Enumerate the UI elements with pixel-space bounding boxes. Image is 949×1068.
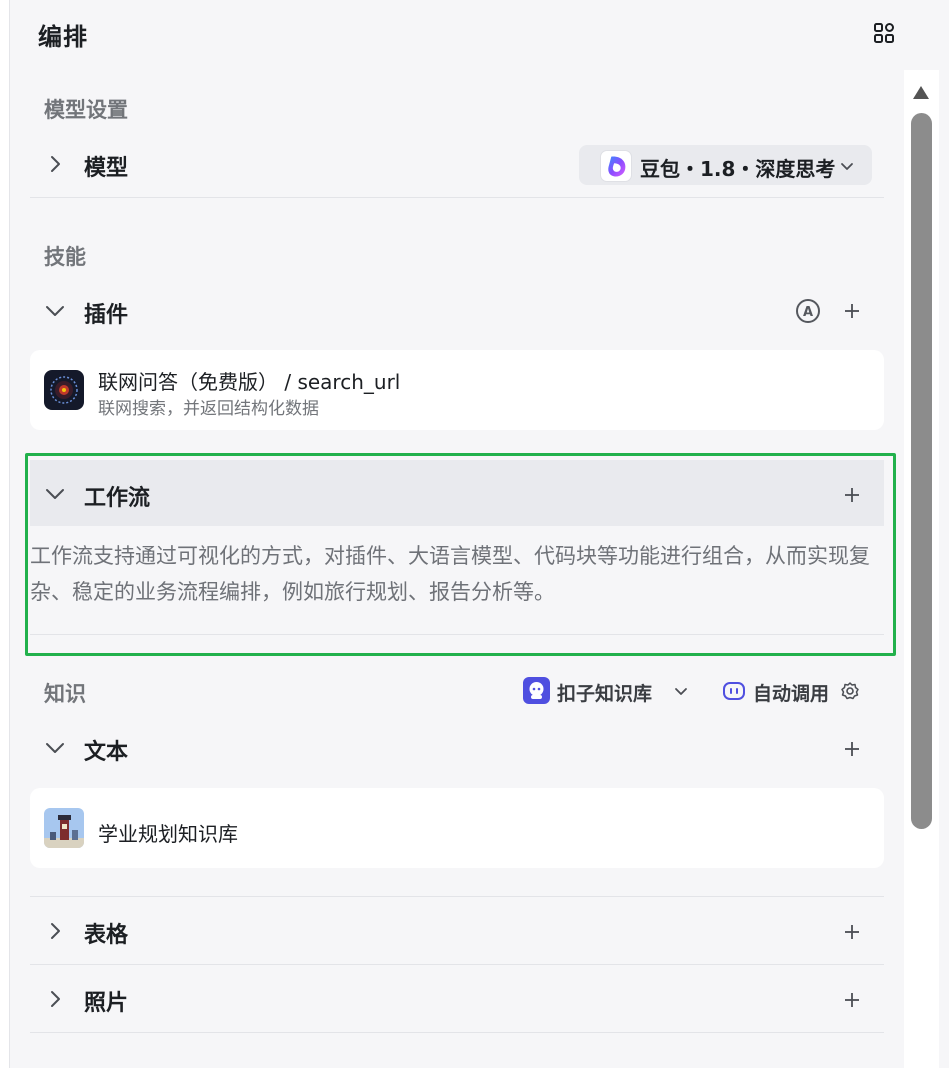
- knowledge-item-icon: [44, 808, 84, 848]
- plus-icon[interactable]: [842, 739, 862, 759]
- section-label-model-settings: 模型设置: [44, 98, 128, 122]
- robot-icon: [723, 682, 745, 700]
- auto-call-toggle[interactable]: 自动调用: [753, 679, 829, 706]
- model-row-title[interactable]: 模型: [84, 150, 128, 182]
- chevron-right-icon[interactable]: [44, 988, 66, 1010]
- plus-icon[interactable]: [842, 922, 862, 942]
- scroll-up-icon[interactable]: [913, 86, 929, 99]
- svg-text:A: A: [803, 305, 813, 320]
- model-name: 豆包・1.8・深度思考: [640, 157, 836, 181]
- kb-logo-icon: [523, 677, 550, 704]
- left-border: [0, 0, 10, 1068]
- divider: [30, 1032, 884, 1033]
- plus-icon[interactable]: [842, 301, 862, 321]
- page-title: 编排: [38, 23, 88, 51]
- chevron-right-icon[interactable]: [44, 920, 66, 942]
- plugins-title[interactable]: 插件: [84, 297, 128, 329]
- table-knowledge-title[interactable]: 表格: [84, 917, 128, 949]
- plugin-icon: [44, 370, 84, 410]
- divider: [30, 964, 884, 965]
- divider: [30, 896, 884, 897]
- plugin-name: 联网问答（免费版） / search_url: [98, 370, 401, 394]
- chevron-down-icon[interactable]: [44, 737, 66, 759]
- plugin-desc: 联网搜索，并返回结构化数据: [98, 399, 319, 419]
- gear-icon[interactable]: [840, 681, 860, 701]
- chevron-right-icon[interactable]: [44, 153, 66, 175]
- section-label-skills: 技能: [44, 245, 86, 269]
- chevron-down-icon[interactable]: [672, 682, 690, 700]
- section-label-knowledge: 知识: [44, 682, 86, 706]
- auto-mode-icon[interactable]: A: [795, 298, 821, 324]
- kb-selector[interactable]: 扣子知识库: [557, 679, 652, 706]
- scrollbar-thumb[interactable]: [911, 113, 932, 829]
- chevron-down-icon[interactable]: [838, 157, 856, 175]
- photo-knowledge-title[interactable]: 照片: [84, 985, 128, 1017]
- text-knowledge-title[interactable]: 文本: [84, 734, 128, 766]
- divider: [30, 197, 884, 198]
- layout-grid-icon[interactable]: [872, 21, 896, 45]
- chevron-down-icon[interactable]: [44, 300, 66, 322]
- header-bar: [10, 0, 949, 70]
- knowledge-item-name: 学业规划知识库: [98, 822, 238, 846]
- plus-icon[interactable]: [842, 990, 862, 1010]
- doubao-logo-icon: [600, 150, 632, 182]
- workflow-highlight-box: [25, 453, 896, 656]
